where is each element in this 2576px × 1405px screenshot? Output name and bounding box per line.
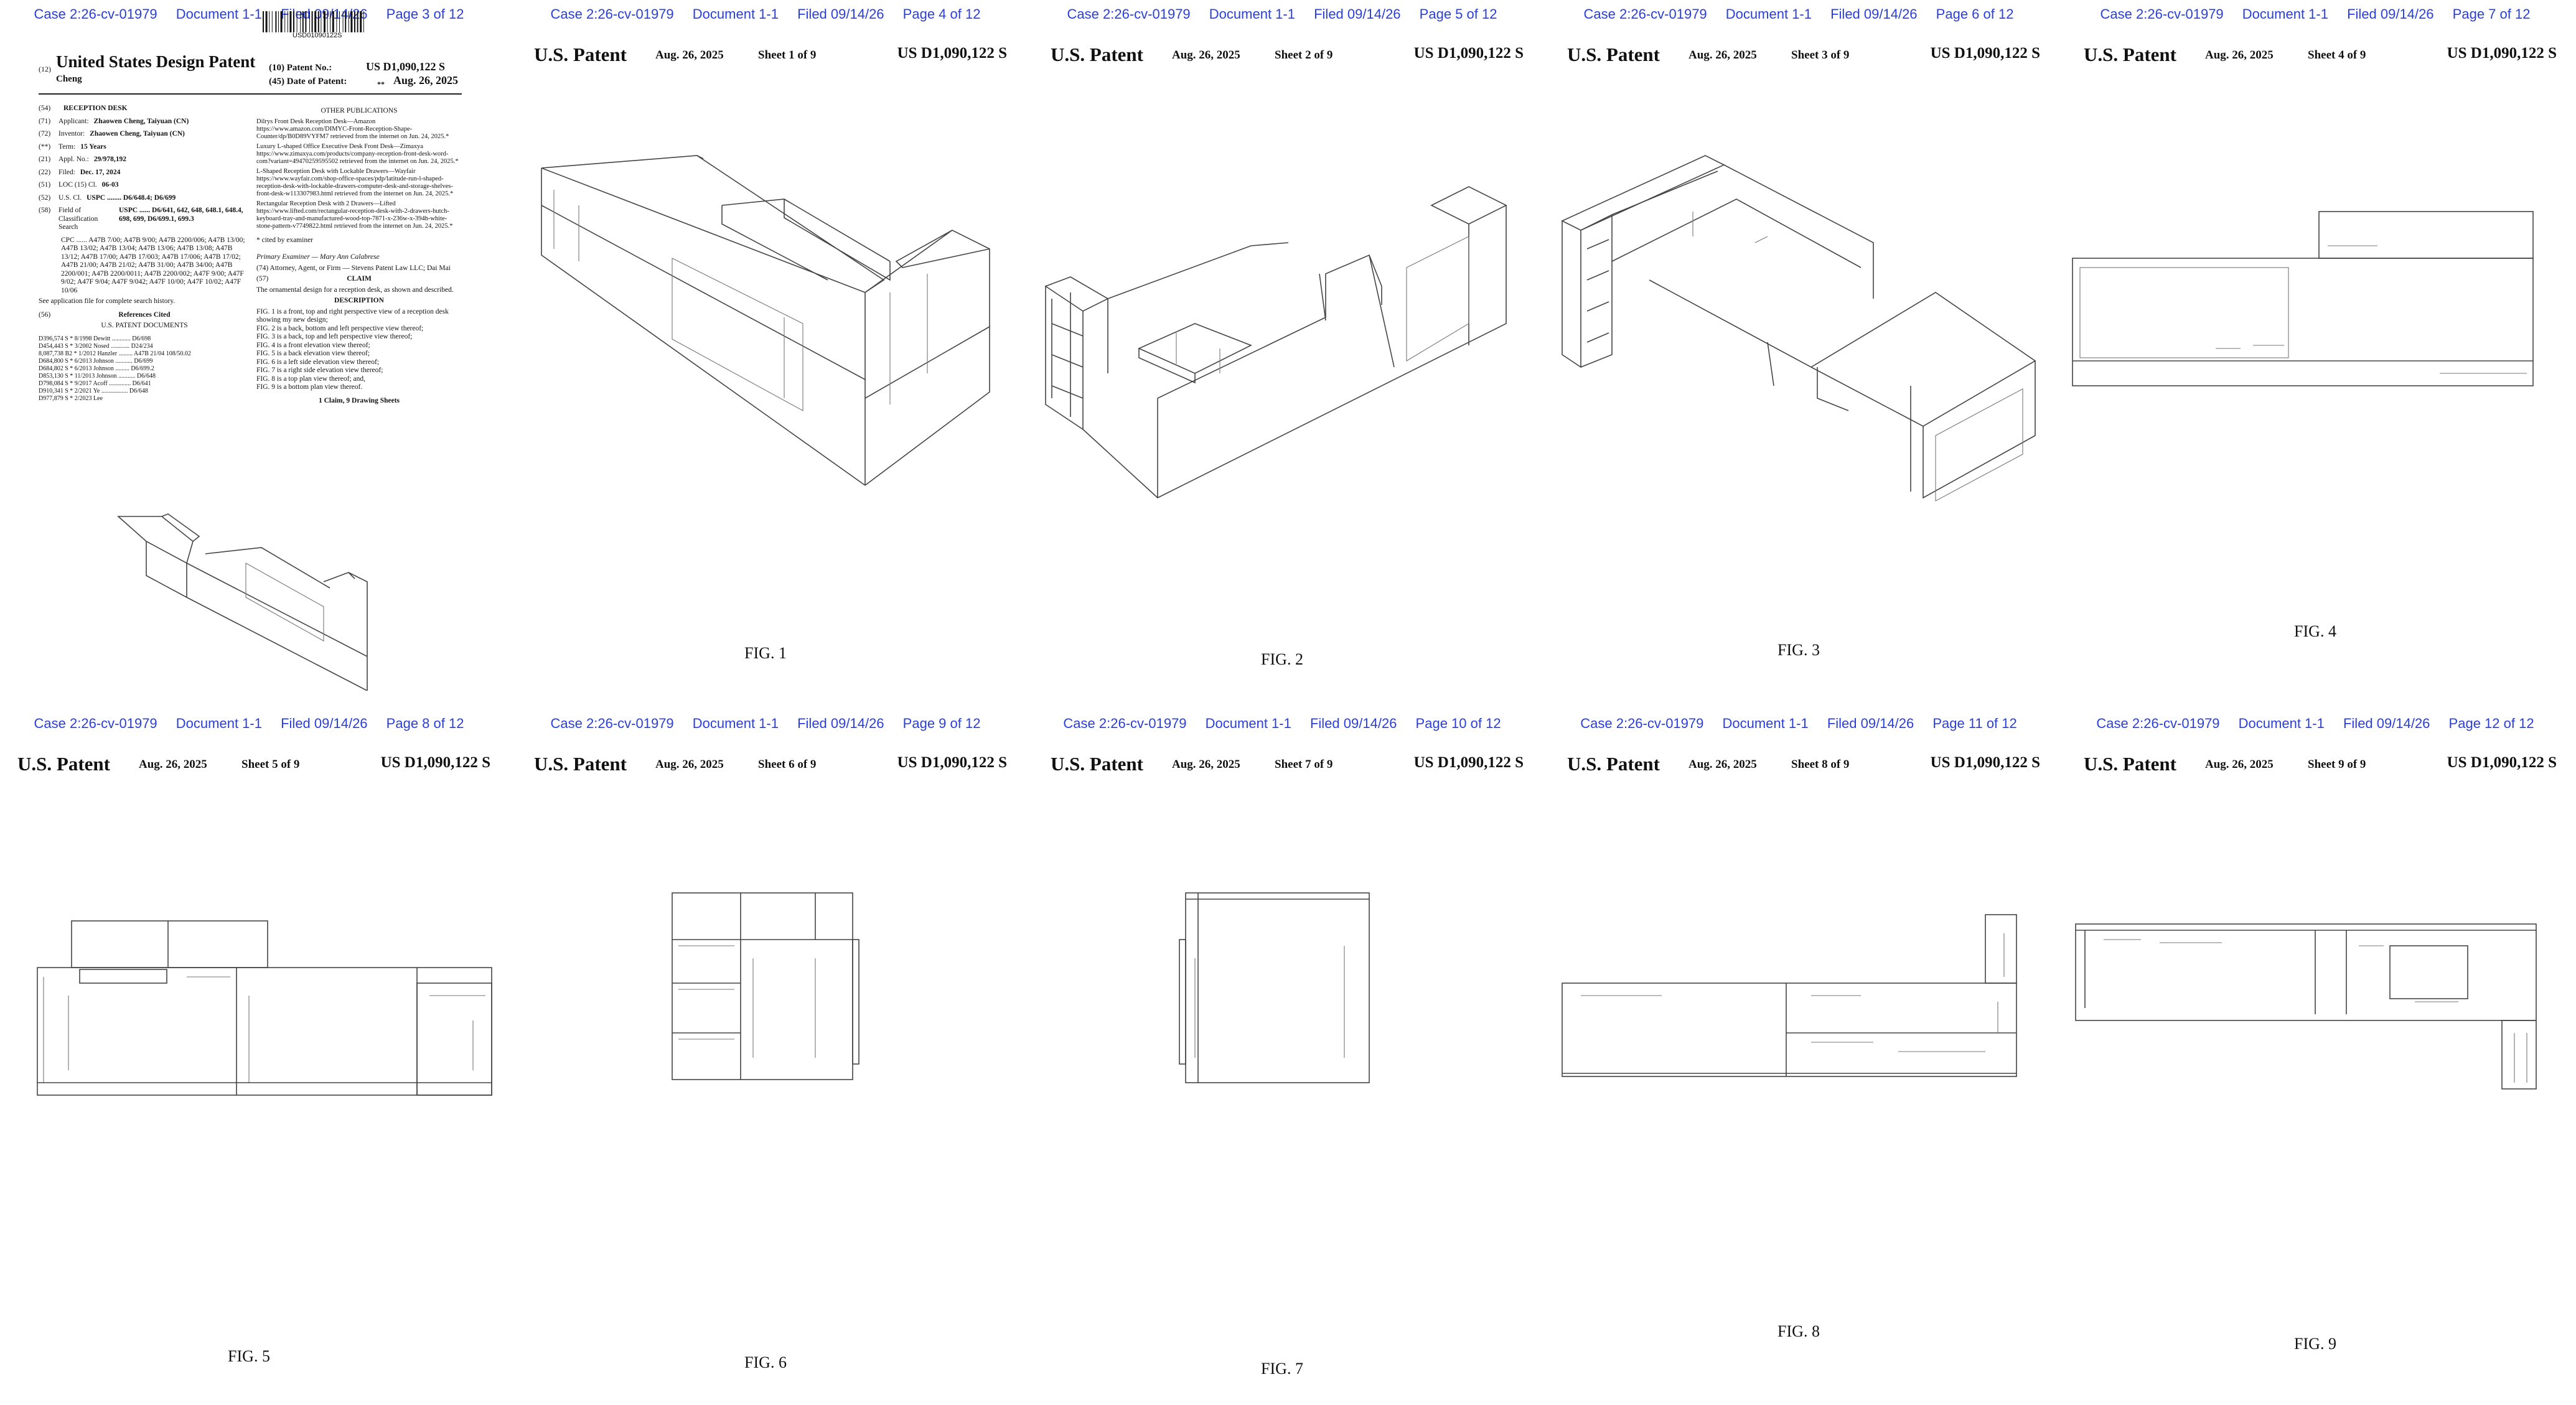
drawing-sheet-5: Case 2:26-cv-01979 Document 1-1 Filed 09… bbox=[0, 709, 498, 1400]
drawing-sheet-9: Case 2:26-cv-01979 Document 1-1 Filed 09… bbox=[2066, 709, 2564, 1400]
fig-1-label: FIG. 1 bbox=[744, 644, 787, 662]
fig-2-drawing bbox=[1044, 186, 1507, 498]
fig-8-label: FIG. 8 bbox=[1777, 1322, 1820, 1340]
fig-8-drawing bbox=[1562, 914, 2017, 1077]
fig-4-drawing bbox=[2072, 211, 2534, 386]
fig-5-label: FIG. 5 bbox=[228, 1347, 270, 1365]
front-page: Case 2:26-cv-01979 Document 1-1 Filed 09… bbox=[0, 0, 498, 691]
fig-9-label: FIG. 9 bbox=[2294, 1335, 2336, 1353]
representative-drawing bbox=[116, 513, 368, 691]
drawing-sheet-2: Case 2:26-cv-01979 Document 1-1 Filed 09… bbox=[1033, 0, 1531, 691]
drawing-sheet-6: Case 2:26-cv-01979 Document 1-1 Filed 09… bbox=[517, 709, 1014, 1400]
fig-6-label: FIG. 6 bbox=[744, 1353, 787, 1371]
drawing-sheet-1: Case 2:26-cv-01979 Document 1-1 Filed 09… bbox=[517, 0, 1014, 691]
fig-9-drawing bbox=[2075, 923, 2537, 1090]
drawing-sheet-8: Case 2:26-cv-01979 Document 1-1 Filed 09… bbox=[1550, 709, 2048, 1400]
fig-4-label: FIG. 4 bbox=[2294, 622, 2336, 640]
fig-1-drawing bbox=[541, 155, 990, 486]
fig-3-label: FIG. 3 bbox=[1777, 641, 1820, 659]
fig-7-drawing bbox=[1179, 892, 1370, 1083]
drawing-sheet-4: Case 2:26-cv-01979 Document 1-1 Filed 09… bbox=[2066, 0, 2564, 691]
fig-3-drawing bbox=[1561, 155, 2036, 502]
fig-7-label: FIG. 7 bbox=[1261, 1360, 1303, 1378]
fig-6-drawing bbox=[672, 892, 859, 1080]
fig-5-drawing bbox=[37, 920, 492, 1096]
fig-2-label: FIG. 2 bbox=[1261, 650, 1303, 668]
drawing-sheet-3: Case 2:26-cv-01979 Document 1-1 Filed 09… bbox=[1550, 0, 2048, 691]
drawing-sheet-7: Case 2:26-cv-01979 Document 1-1 Filed 09… bbox=[1033, 709, 1531, 1400]
